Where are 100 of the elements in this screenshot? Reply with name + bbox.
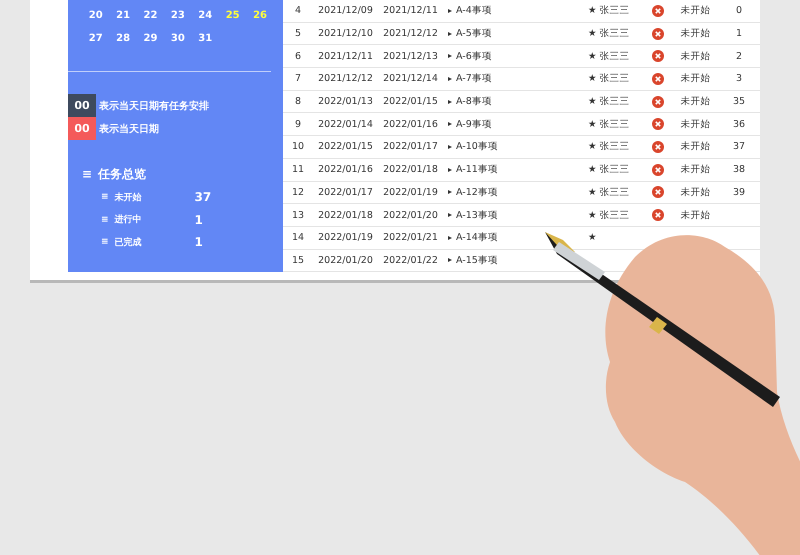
table-cell: ★ 张三三: [588, 72, 630, 86]
table-cell: A-9事项: [456, 118, 492, 131]
table-cell-text: 7: [294, 73, 302, 84]
cross-circle-icon: [652, 28, 664, 40]
calendar-day[interactable]: 23: [164, 10, 192, 21]
table-cell: 未开始: [680, 163, 710, 176]
table-cell: 39: [732, 186, 746, 198]
cross-circle-icon: [652, 50, 664, 62]
table-cell-text: 2022/01/20: [382, 210, 439, 221]
table-cell-text: 10: [290, 141, 306, 152]
cross-circle-icon: [652, 164, 664, 176]
table-cell-text: 15: [290, 254, 306, 266]
calendar-day[interactable]: 24: [192, 10, 219, 21]
calendar-day[interactable]: 22: [136, 10, 164, 21]
table-cell-text: 2022/01/14: [317, 118, 374, 130]
table-cell: ★ 张三三: [588, 118, 630, 131]
table-cell: A-14事项: [456, 231, 498, 244]
table-cell-text: 2022/01/17: [317, 186, 374, 198]
calendar-day[interactable]: 27: [82, 33, 110, 44]
table-cell-text: 2022/01/13: [317, 96, 374, 108]
triangle-icon: [448, 213, 452, 218]
table-cell: ★ 张三三: [588, 50, 630, 63]
menu-icon: ≡: [82, 167, 92, 181]
table-cell-text: 13: [290, 210, 306, 221]
calendar-day[interactable]: 29: [136, 33, 164, 44]
triangle-icon: [448, 168, 452, 172]
table-cell: 未开始: [680, 50, 710, 63]
table-cell: 未开始: [680, 95, 710, 108]
table-cell: 38: [732, 164, 746, 176]
summary-count: 1: [194, 212, 203, 227]
calendar-day[interactable]: 30: [164, 33, 192, 44]
table-cell: 0: [736, 5, 742, 16]
cross-circle-icon: [652, 186, 664, 198]
table-cell: A-8事项: [456, 95, 492, 108]
table-cell: ★ 张三三: [588, 27, 630, 40]
calendar-day[interactable]: 31: [192, 33, 219, 44]
table-cell: 未开始: [680, 140, 710, 154]
calendar-day[interactable]: 21: [109, 10, 137, 21]
cross-circle-icon: [652, 118, 664, 130]
table-cell-text: 2021/12/10: [317, 28, 374, 40]
table-cell-text: 2022/01/15: [317, 141, 374, 152]
cross-circle-icon: [652, 209, 664, 222]
cross-circle-icon: [652, 140, 664, 153]
table-cell-text: 2022/01/16: [317, 164, 374, 176]
table-cell: A-7事项: [456, 72, 492, 86]
triangle-icon: [448, 144, 452, 149]
calendar-day[interactable]: 20: [82, 10, 110, 21]
triangle-icon: [448, 76, 452, 81]
triangle-icon: [448, 258, 452, 262]
table-cell: 1: [736, 28, 742, 40]
table-cell: ★ 张三三: [588, 208, 630, 222]
legend-text: 表示当天日期: [99, 122, 159, 136]
table-cell-text: 2021/12/12: [317, 73, 374, 84]
triangle-icon: [448, 236, 452, 240]
table-cell-text: 6: [294, 50, 302, 62]
table-cell-text: 2021/12/11: [317, 50, 374, 62]
table-cell: ★: [588, 232, 597, 244]
triangle-icon: [448, 190, 452, 194]
summary-title: 任务总览: [98, 166, 146, 182]
menu-icon: ≡: [101, 214, 109, 225]
legend-swatch: 00: [68, 117, 96, 140]
table-cell: 35: [732, 96, 746, 108]
table-cell: ★ 张三三: [588, 186, 630, 199]
table-cell-text: 2022/01/17: [382, 141, 439, 152]
table-cell: A-11事项: [456, 163, 498, 176]
table-cell-text: 4: [294, 5, 302, 16]
table-cell-text: 2022/01/15: [382, 96, 439, 108]
calendar-day[interactable]: 25: [218, 10, 246, 21]
table-cell: 36: [732, 118, 746, 130]
menu-icon: ≡: [101, 192, 109, 202]
table-cell-text: 2021/12/13: [382, 50, 439, 62]
menu-icon: ≡: [101, 237, 109, 248]
calendar-day[interactable]: 28: [109, 33, 137, 44]
table-cell: ★ 张三三: [588, 163, 630, 176]
cross-circle-icon: [652, 96, 664, 108]
table-cell: A-5事项: [456, 27, 492, 40]
calendar-day[interactable]: 26: [246, 10, 274, 21]
table-cell-text: 5: [294, 28, 302, 40]
table-cell: ★ 张三三: [588, 95, 630, 108]
table-cell-text: 2022/01/19: [382, 186, 439, 198]
cross-circle-icon: [652, 4, 664, 17]
legend-text: 表示当天日期有任务安排: [99, 99, 209, 112]
summary-label: 进行中: [114, 213, 143, 226]
table-cell-text: 12: [290, 186, 306, 198]
table-cell-text: 2022/01/18: [382, 164, 439, 176]
table-cell: ★ 张三三: [588, 140, 630, 154]
triangle-icon: [448, 100, 452, 104]
summary-label: 已完成: [114, 236, 143, 249]
table-cell-text: 2021/12/12: [382, 28, 439, 40]
table-cell: A-4事项: [456, 4, 492, 18]
table-cell-text: 2022/01/21: [382, 232, 439, 244]
table-cell: A-12事项: [456, 186, 498, 199]
summary-count: 37: [194, 190, 212, 204]
table-cell: 未开始: [680, 186, 710, 199]
legend-swatch: 00: [68, 94, 96, 117]
table-cell: 37: [732, 141, 746, 152]
table-cell-text: 9: [294, 118, 302, 130]
table-cell: 未开始: [680, 4, 710, 18]
triangle-icon: [448, 8, 452, 13]
table-cell-text: 2021/12/11: [382, 5, 439, 16]
